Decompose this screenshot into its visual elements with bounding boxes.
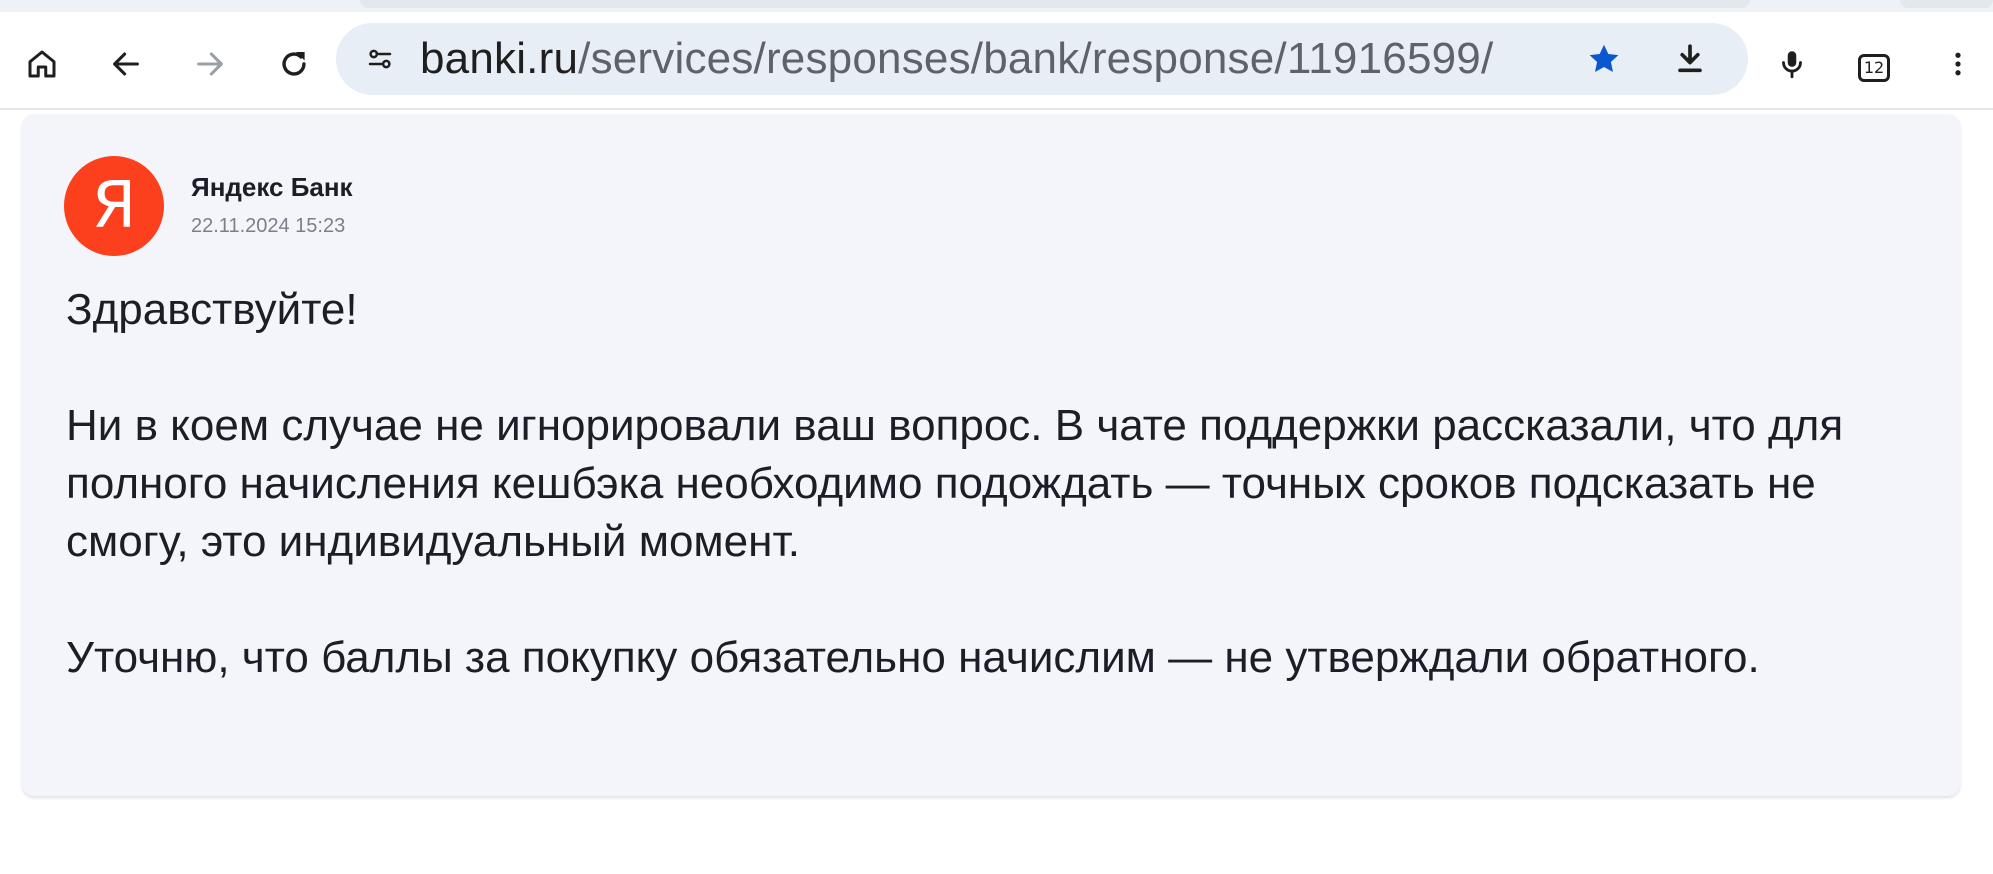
browser-toolbar: banki.ru/services/responses/bank/respons… [0, 12, 1993, 108]
home-icon [28, 50, 56, 78]
site-settings-button[interactable] [362, 41, 398, 77]
download-button[interactable] [1670, 39, 1710, 79]
reload-icon [282, 51, 306, 76]
url-path: /services/responses/bank/response/119165… [578, 34, 1494, 83]
response-paragraph: Уточню, что баллы за покупку обязательно… [66, 633, 1760, 682]
microphone-icon [1782, 51, 1802, 79]
more-vert-icon [1955, 52, 1961, 76]
tab-switcher-button[interactable]: 12 [1858, 54, 1890, 82]
response-paragraph: Ни в коем случае не игнорировали ваш воп… [66, 401, 1844, 566]
next-tab-edge[interactable] [1900, 0, 1993, 8]
forward-arrow-icon [197, 52, 223, 76]
back-button[interactable] [104, 42, 148, 86]
url-host: banki.ru [420, 34, 579, 83]
response-greeting: Здравствуйте! [66, 285, 358, 334]
response-text: Здравствуйте! Ни в коем случае не игнори… [66, 281, 1936, 687]
toolbar-divider [0, 108, 1993, 110]
forward-button[interactable] [188, 42, 232, 86]
bank-name-link[interactable]: Яндекс Банк [191, 172, 353, 203]
menu-button[interactable] [1936, 42, 1980, 86]
download-icon [1678, 44, 1702, 73]
star-icon [1589, 44, 1619, 73]
tune-icon [368, 49, 392, 69]
url-text[interactable]: banki.ru/services/responses/bank/respons… [420, 35, 1493, 83]
response-date: 22.11.2024 15:23 [191, 215, 346, 237]
voice-search-button[interactable] [1770, 42, 1814, 86]
bank-response-card: Я Яндекс Банк 22.11.2024 15:23 Здравству… [22, 114, 1960, 796]
back-arrow-icon [113, 52, 139, 76]
reload-button[interactable] [272, 42, 316, 86]
bookmark-button[interactable] [1584, 39, 1624, 79]
home-button[interactable] [20, 42, 64, 86]
tab-strip [0, 0, 1993, 12]
address-bar[interactable]: banki.ru/services/responses/bank/respons… [336, 23, 1748, 95]
bank-avatar[interactable]: Я [64, 156, 164, 256]
active-tab-edge[interactable] [360, 0, 1750, 8]
